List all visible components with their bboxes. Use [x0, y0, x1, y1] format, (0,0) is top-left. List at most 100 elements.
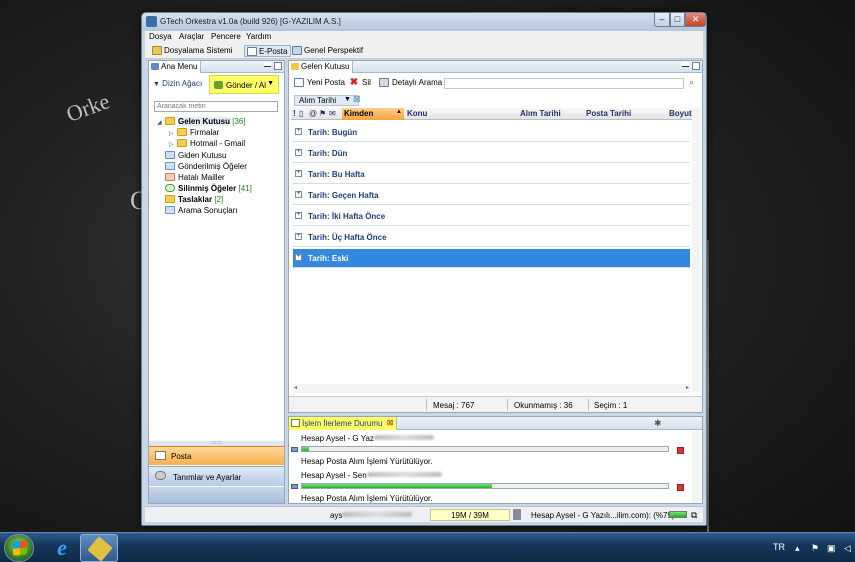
column-boyut[interactable]: Boyut [669, 109, 692, 118]
tree-item-taslaklar[interactable]: Taslaklar [2] [165, 194, 223, 205]
delete-button[interactable]: ✖ Sil [349, 78, 371, 88]
language-indicator[interactable]: TR [773, 542, 785, 552]
quick-search-input[interactable] [444, 78, 684, 89]
clear-sort-icon[interactable]: ⊠ [353, 94, 361, 105]
tree-item-hatali[interactable]: Hatalı Mailler [165, 172, 225, 183]
close-button[interactable]: ✕ [685, 13, 706, 27]
volume-icon[interactable]: ◁ [844, 543, 851, 554]
progress-title-text: Hesap Aysel - G Yaz [301, 434, 374, 443]
perspective-eposta[interactable]: E-Posta [244, 45, 292, 57]
column-kimden[interactable]: Kimden ▲ [342, 108, 404, 120]
scroll-right-icon[interactable]: ▸ [686, 384, 689, 391]
folder-icon [165, 117, 175, 125]
send-receive-button[interactable]: Gönder / Al ▼ [209, 75, 279, 94]
tree-item-silinmis[interactable]: Silinmiş Öğeler [41] [165, 183, 252, 194]
maximize-view-icon[interactable] [692, 62, 700, 70]
mail-icon [247, 47, 257, 56]
tree-item-arama[interactable]: Arama Sonuçları [165, 205, 238, 216]
group-row[interactable]: + Tarih: Üç Hafta Önce [293, 228, 690, 247]
tray-expand-icon[interactable]: ▴ [795, 543, 800, 554]
garbage-collect-icon[interactable] [513, 509, 521, 520]
menu-dosya[interactable]: Dosya [149, 32, 172, 41]
menu-pencere[interactable]: Pencere [211, 32, 241, 41]
outbox-icon [165, 151, 175, 159]
expand-icon[interactable]: + [295, 149, 302, 156]
orkestra-app-icon [87, 536, 113, 562]
detail-search-button[interactable]: Detaylı Arama [379, 78, 442, 87]
attachment-column-icon[interactable]: @ [309, 109, 317, 118]
column-posta-tarihi[interactable]: Posta Tarihi [586, 109, 631, 118]
column-header: ! ▯ @ ⚑ ✉ Kimden ▲ Konu Alım Tarihi Post… [291, 108, 692, 120]
group-row[interactable]: + Tarih: İki Hafta Önce [293, 207, 690, 226]
expand-icon[interactable]: + [295, 212, 302, 219]
expand-icon[interactable]: + [295, 254, 302, 261]
new-mail-icon [294, 78, 304, 87]
tab-ana-menu[interactable]: Ana Menu [149, 61, 202, 73]
expand-icon[interactable]: + [295, 233, 302, 240]
twisty-icon[interactable]: ◢ [157, 118, 165, 129]
start-button[interactable] [4, 534, 34, 562]
redacted-text [373, 435, 434, 440]
cancel-task-icon[interactable] [677, 447, 684, 454]
memory-indicator[interactable]: 19M / 39M [430, 509, 510, 521]
perspective-genel[interactable]: Genel Perspektif [290, 45, 366, 57]
search-results-icon [165, 206, 175, 214]
tree-item-giden-kutusu[interactable]: Giden Kutusu [165, 150, 226, 161]
maximize-view-icon[interactable] [274, 62, 282, 70]
group-row[interactable]: + Tarih: Dün [293, 144, 690, 163]
group-row[interactable]: + Tarih: Bugün [293, 123, 690, 142]
menu-yardim[interactable]: Yardım [246, 32, 271, 41]
sort-dropdown-arrow-icon[interactable]: ▼ [344, 96, 351, 103]
new-mail-button[interactable]: Yeni Posta [294, 78, 345, 87]
nav-tanimlar[interactable]: Tanımlar ve Ayarlar [149, 466, 284, 486]
tab-label: Gelen Kutusu [301, 62, 350, 71]
progress-item-detail: Hesap Posta Alım İşlemi Yürütülüyor. [301, 457, 433, 466]
internet-explorer-icon[interactable]: e [46, 535, 78, 561]
progress-icon [291, 419, 300, 427]
expand-icon[interactable]: + [295, 128, 302, 135]
group-row[interactable]: + Tarih: Bu Hafta [293, 165, 690, 184]
network-icon[interactable]: ▣ [827, 543, 836, 554]
priority-column-icon[interactable]: ! [293, 109, 296, 118]
column-alim-tarihi[interactable]: Alım Tarihi [520, 109, 561, 118]
vertical-scrollbar[interactable] [692, 108, 700, 392]
tree-item-hotmail-gmail[interactable]: ▷ Hotmail - Gmail [169, 138, 245, 149]
minimize-view-icon[interactable] [264, 62, 271, 67]
dizin-agaci-header[interactable]: ▼ Dizin Ağacı [153, 79, 202, 88]
maximize-button[interactable]: □ [670, 13, 685, 27]
progress-view-icon[interactable]: ⧉ [691, 510, 697, 521]
read-column-icon[interactable]: ✉ [329, 109, 336, 118]
menu-araclar[interactable]: Araçlar [179, 32, 204, 41]
group-row-selected[interactable]: + Tarih: Eski [293, 249, 690, 268]
inbox-panel: Gelen Kutusu Yeni Posta ✖ Sil Detaylı Ar… [288, 60, 703, 413]
search-clear-icon[interactable]: ⌕ [689, 77, 694, 88]
close-tab-icon[interactable]: ⊠ [387, 418, 394, 427]
flag-icon[interactable]: ⚑ [811, 543, 819, 554]
tab-gelen-kutusu[interactable]: Gelen Kutusu [289, 61, 354, 73]
unread-count: Okunmamış : 36 [514, 401, 573, 410]
clear-all-icon[interactable]: ✱ [654, 418, 662, 429]
dropdown-arrow-icon[interactable]: ▼ [267, 80, 274, 87]
cancel-task-icon[interactable] [677, 484, 684, 491]
group-row[interactable]: + Tarih: Geçen Hafta [293, 186, 690, 205]
flag-column-icon[interactable]: ⚑ [319, 109, 326, 118]
title-bar[interactable]: GTech Orkestra v1.0a (build 926) [G-YAZI… [142, 13, 706, 31]
perspective-dosyalama[interactable]: Dosyalama Sistemi [150, 45, 235, 57]
expand-icon[interactable]: + [295, 191, 302, 198]
column-konu[interactable]: Konu [407, 109, 427, 118]
scroll-left-icon[interactable]: ◂ [294, 384, 297, 391]
progress-scrollbar[interactable] [692, 431, 700, 503]
nav-posta[interactable]: Posta [149, 446, 284, 465]
minimize-view-icon[interactable] [682, 62, 689, 67]
task-progress-icon[interactable] [669, 511, 687, 518]
tab-islem-ilerleme[interactable]: İşlem İlerleme Durumu ⊠ [289, 417, 398, 430]
doc-column-icon[interactable]: ▯ [299, 109, 303, 118]
taskbar-orkestra-app[interactable] [80, 534, 118, 562]
expand-icon[interactable]: + [295, 170, 302, 177]
tree-item-firmalar[interactable]: ▷ Firmalar [169, 127, 219, 138]
horizontal-scrollbar[interactable]: ◂ ▸ [293, 384, 690, 393]
tree-item-gonderilmis[interactable]: Gönderilmiş Öğeler [165, 161, 247, 172]
tree-item-gelen-kutusu[interactable]: ◢ Gelen Kutusu [36] [157, 116, 246, 127]
search-input[interactable] [154, 101, 278, 112]
minimize-button[interactable]: – [654, 13, 670, 27]
